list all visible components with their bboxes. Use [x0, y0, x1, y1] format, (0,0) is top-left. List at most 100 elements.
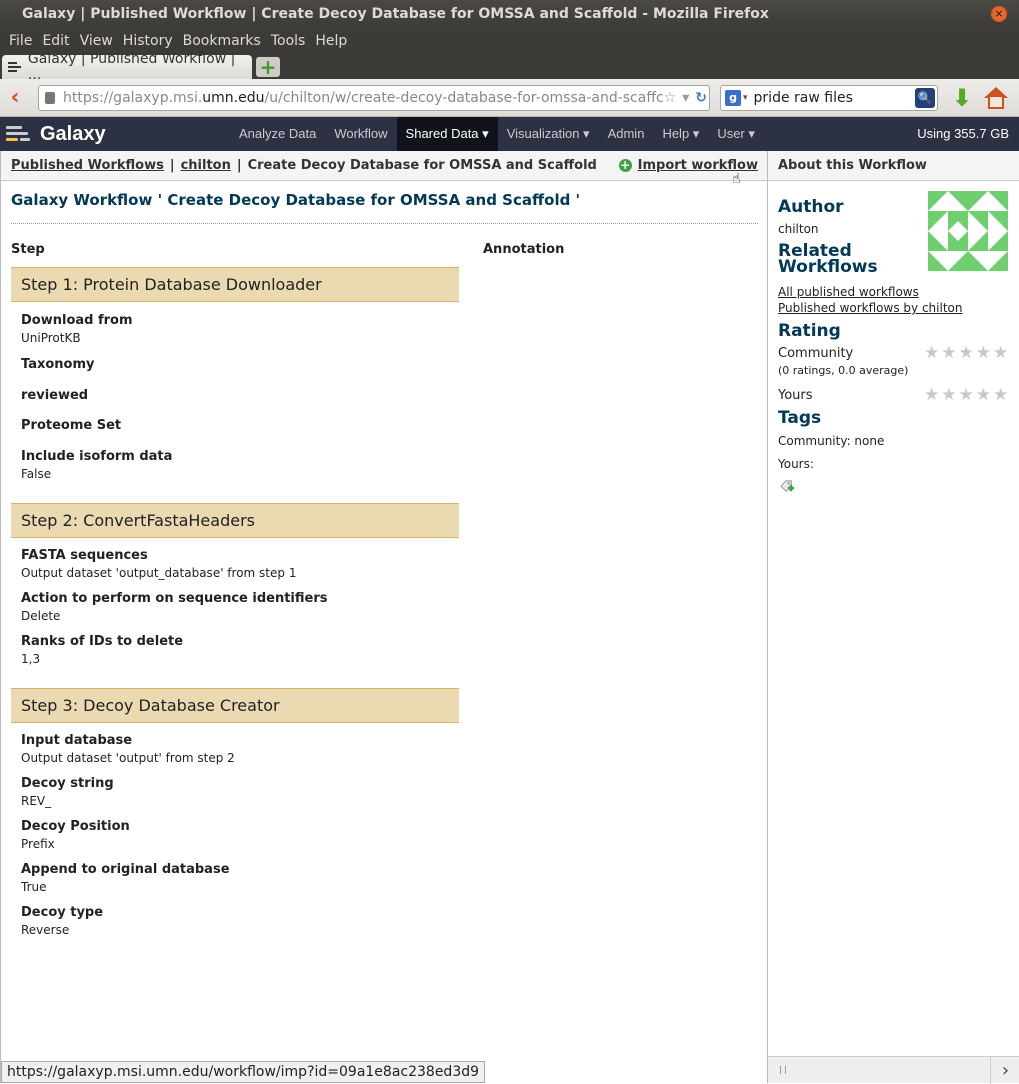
add-icon: + [618, 158, 632, 172]
reload-icon[interactable]: ↻ [695, 90, 707, 106]
param-label: Input database [21, 733, 133, 748]
galaxy-masthead: Galaxy Analyze Data Workflow Shared Data… [0, 117, 1019, 151]
new-tab-button[interactable]: + [256, 57, 280, 77]
download-icon[interactable]: ⬇ [952, 84, 972, 112]
home-icon[interactable] [984, 86, 1009, 109]
nav-user[interactable]: User ▾ [708, 117, 764, 151]
nav-admin[interactable]: Admin [599, 117, 654, 151]
param-label: Include isoform data [21, 449, 173, 464]
menu-tools[interactable]: Tools [266, 33, 311, 49]
menu-history[interactable]: History [118, 33, 178, 49]
step-param: Action to perform on sequence identifier… [21, 591, 459, 623]
nav-visualization[interactable]: Visualization ▾ [498, 117, 599, 151]
step-title: Step 3: Decoy Database Creator [11, 688, 459, 723]
breadcrumb-current: Create Decoy Database for OMSSA and Scaf… [247, 158, 597, 173]
star-icon[interactable]: ★ [993, 387, 1008, 404]
browser-tab[interactable]: Galaxy | Published Workflow | ... [2, 51, 252, 83]
step-title: Step 2: ConvertFastaHeaders [11, 503, 459, 538]
bookmark-star-icon[interactable]: ☆ [664, 90, 677, 106]
param-value [21, 436, 459, 448]
community-stars: ★ ★ ★ ★ ★ [924, 343, 1008, 363]
window-close-icon[interactable]: × [991, 6, 1007, 22]
galaxy-logo[interactable]: Galaxy [6, 123, 230, 146]
step-param: reviewed [21, 388, 459, 418]
masthead-nav: Analyze Data Workflow Shared Data ▾ Visu… [230, 117, 764, 151]
step-title: Step 1: Protein Database Downloader [11, 267, 459, 302]
galaxy-logo-icon [6, 124, 32, 144]
step-param: Decoy string REV_ [21, 776, 459, 808]
param-value: True [21, 880, 47, 894]
param-value: Output dataset 'output' from step 2 [21, 751, 235, 765]
star-icon: ★ [975, 343, 991, 363]
search-bar[interactable]: g ▾ pride raw files 🔍 [720, 84, 938, 111]
scroll-right-arrow-icon[interactable]: › [990, 1057, 1019, 1084]
star-icon: ★ [941, 343, 957, 363]
param-label: Decoy type [21, 905, 104, 920]
step-column-header: Step [11, 242, 45, 257]
star-icon: ★ [958, 343, 974, 363]
community-rating-label: Community [778, 346, 854, 361]
menu-help[interactable]: Help [310, 33, 352, 49]
nav-workflow[interactable]: Workflow [325, 117, 396, 151]
navigation-toolbar: ‹ https://galaxyp.msi. umn.edu/u/chilton/… [0, 79, 1019, 117]
horizontal-scrollbar[interactable]: › [768, 1056, 1019, 1084]
your-rating-stars[interactable]: ★ ★ ★ ★ ★ [924, 387, 1008, 404]
url-dropdown-icon[interactable]: ▾ [682, 90, 689, 106]
nav-analyze-data[interactable]: Analyze Data [230, 117, 325, 151]
breadcrumb-published-workflows-link[interactable]: Published Workflows [11, 158, 164, 173]
step-param: Decoy Position Prefix [21, 819, 459, 851]
add-tag-icon[interactable] [778, 479, 796, 493]
divider [11, 223, 758, 224]
google-search-engine-icon[interactable]: g [725, 89, 741, 106]
menu-bookmarks[interactable]: Bookmarks [178, 33, 266, 49]
all-published-workflows-link[interactable]: All published workflows [778, 285, 1019, 299]
param-value: UniProtKB [21, 331, 81, 345]
step-param: FASTA sequences Output dataset 'output_d… [21, 548, 459, 580]
scroll-grip-icon[interactable] [780, 1066, 786, 1074]
param-label: Decoy string [21, 776, 114, 791]
url-prefix: https://galaxyp.msi. [63, 89, 203, 106]
right-panel: About this Workflow Author chilton Relat… [767, 151, 1019, 1084]
param-value: Output dataset 'output_database' from st… [21, 566, 297, 580]
menu-edit[interactable]: Edit [37, 33, 74, 49]
back-button[interactable]: ‹ [0, 85, 30, 110]
search-input[interactable]: pride raw files [754, 90, 853, 106]
status-bar-url: https://galaxyp.msi.umn.edu/workflow/imp… [1, 1061, 486, 1083]
step-param: Proteome Set [21, 418, 459, 448]
window-title: Galaxy | Published Workflow | Create Dec… [22, 6, 769, 22]
param-label: Proteome Set [21, 418, 122, 433]
community-tags: Community: none [778, 434, 885, 448]
published-by-author-link[interactable]: Published workflows by chilton [778, 301, 1019, 315]
param-label: Taxonomy [21, 357, 95, 372]
menu-file[interactable]: File [4, 33, 37, 49]
community-rating-stats: (0 ratings, 0.0 average) [778, 364, 909, 377]
community-rating: Community (0 ratings, 0.0 average) ★ ★ ★… [778, 343, 1019, 378]
nav-shared-data[interactable]: Shared Data ▾ [396, 117, 498, 151]
url-bar[interactable]: https://galaxyp.msi. umn.edu/u/chilton/w/… [38, 84, 710, 111]
star-icon[interactable]: ★ [924, 387, 939, 404]
param-value: REV_ [21, 794, 52, 808]
breadcrumb-user-link[interactable]: chilton [181, 158, 231, 173]
param-value: False [21, 467, 52, 481]
param-label: Decoy Position [21, 819, 130, 834]
hand-cursor-icon: ☝ [732, 171, 741, 187]
step-param: Taxonomy [21, 357, 459, 387]
annotation-column-header: Annotation [483, 242, 565, 257]
workflow-step: Step 2: ConvertFastaHeaders FASTA sequen… [11, 503, 459, 666]
step-param: Decoy type Reverse [21, 905, 459, 937]
lock-icon [45, 91, 55, 104]
search-engine-dropdown-icon[interactable]: ▾ [743, 93, 748, 103]
param-label: reviewed [21, 388, 89, 403]
workflow-step: Step 3: Decoy Database Creator Input dat… [11, 688, 459, 937]
tab-bar: Galaxy | Published Workflow | ... + [0, 51, 1019, 83]
menu-view[interactable]: View [75, 33, 118, 49]
star-icon[interactable]: ★ [941, 387, 956, 404]
center-panel: Published Workflows | chilton | Create D… [0, 151, 767, 1083]
galaxy-brand: Galaxy [40, 122, 106, 145]
page-title: Galaxy Workflow ' Create Decoy Database … [11, 191, 581, 209]
search-icon[interactable]: 🔍 [915, 87, 935, 108]
star-icon[interactable]: ★ [976, 387, 991, 404]
star-icon[interactable]: ★ [959, 387, 974, 404]
tab-label: Galaxy | Published Workflow | ... [27, 51, 236, 83]
nav-help[interactable]: Help ▾ [653, 117, 708, 151]
